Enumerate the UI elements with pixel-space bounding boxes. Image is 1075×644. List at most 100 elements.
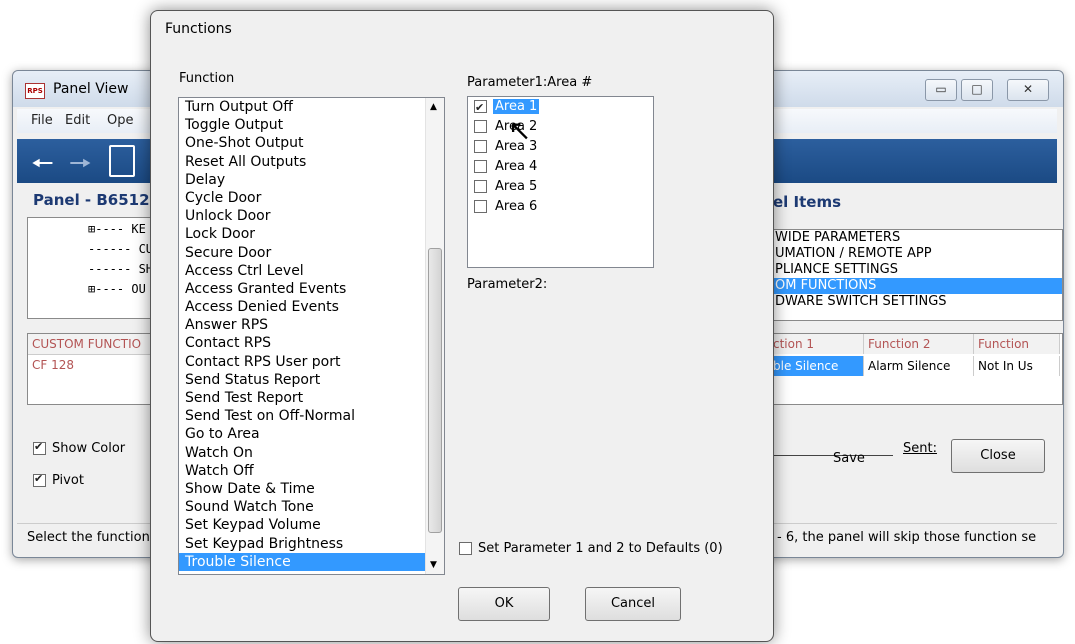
functions-grid: ction 1 Function 2 Function ble Silence … [768,333,1063,405]
forward-arrow-icon[interactable]: 🠖 [69,145,92,189]
area-checklist[interactable]: Area 1 Area 2Area 3 Area 4 Area 5 Area 6 [467,96,654,268]
function-item[interactable]: Send Status Report [179,371,444,389]
maximize-icon[interactable]: □ [961,79,993,101]
defaults-label: Set Parameter 1 and 2 to Defaults (0) [478,541,723,556]
cancel-button[interactable]: Cancel [585,587,681,621]
function-item[interactable]: Contact RPS [179,334,444,352]
menu-edit[interactable]: Edit [65,113,90,128]
list-item[interactable]: PLIANCE SETTINGS [769,262,1062,278]
area-item[interactable]: Area 5 [468,177,653,197]
sent-label: Sent: [903,441,937,456]
scroll-thumb[interactable] [428,248,442,533]
panel-tree[interactable]: ⊞---- KE ------ CU ------ SH ⊞---- OU [27,217,161,319]
ok-button[interactable]: OK [458,587,550,621]
area-item[interactable]: Area 1 [468,97,653,118]
dialog-title: Functions [165,21,232,37]
pivot-label: Pivot [52,473,84,488]
checkbox-icon[interactable] [33,440,46,455]
area-item[interactable]: Area 2 [468,117,653,137]
panel-items-title: el Items [773,193,842,211]
show-color-label: Show Color [52,441,126,456]
function-item[interactable]: Set Keypad Volume [179,516,444,534]
function-scrollbar[interactable]: ▲ ▼ [425,98,444,574]
window-title: Panel View [53,81,129,97]
area-checkbox[interactable] [474,120,487,133]
checkbox-icon[interactable] [459,542,472,555]
area-label: Area 5 [495,179,538,194]
menu-open[interactable]: Ope [107,113,133,128]
table-row[interactable]: CF 128 [28,355,160,375]
back-arrow-icon[interactable]: 🠔 [31,145,54,189]
area-label: Area 1 [493,99,540,114]
function-item[interactable]: Secure Door [179,244,444,262]
function-item[interactable]: Unlock Door [179,207,444,225]
grid-header: CUSTOM FUNCTIO [28,334,160,355]
tree-node[interactable]: ------ SH [88,262,153,276]
tree-node[interactable]: ⊞---- OU [88,282,146,296]
function-item[interactable]: Cycle Door [179,189,444,207]
function-item[interactable]: Access Granted Events [179,280,444,298]
grid-header: ction 1 [769,334,864,354]
minimize-icon[interactable]: ▭ [925,79,957,101]
tree-node[interactable]: ------ CU [88,242,153,256]
area-item[interactable]: Area 6 [468,197,653,217]
panel-items-list[interactable]: WIDE PARAMETERS UMATION / REMOTE APP PLI… [768,229,1063,321]
save-button[interactable]: Save [833,451,865,466]
parameter2-label: Parameter2: [467,277,548,292]
show-color-checkbox[interactable]: Show Color [33,440,126,456]
list-item[interactable]: DWARE SWITCH SETTINGS [769,294,1062,310]
function-item[interactable]: Lock Door [179,225,444,243]
function-items: Turn Output Off Toggle Output One-Shot Out… [179,98,444,571]
grid-header: Function [974,334,1060,354]
function-item[interactable]: Access Ctrl Level [179,262,444,280]
area-label: Area 4 [495,159,538,174]
close-icon[interactable]: ✕ [1007,79,1049,101]
function-list[interactable]: Turn Output Off Toggle Output One-Shot Out… [178,97,445,575]
function-item[interactable]: Watch Off [179,462,444,480]
function-item[interactable]: Set Keypad Brightness [179,535,444,553]
pivot-checkbox[interactable]: Pivot [33,472,84,488]
area-checkbox[interactable] [474,98,487,118]
function-item[interactable]: Contact RPS User port [179,353,444,371]
function-item-selected[interactable]: Trouble Silence [179,552,444,571]
function-item[interactable]: Delay [179,171,444,189]
preview-icon[interactable] [109,145,135,177]
function-item[interactable]: Sound Watch Tone [179,498,444,516]
list-item-selected[interactable]: OM FUNCTIONS [769,278,1062,294]
function-item[interactable]: Send Test on Off-Normal [179,407,444,425]
area-label: Area 6 [495,199,538,214]
mouse-cursor-icon: ↖ [508,114,532,147]
area-checkbox[interactable] [474,160,487,173]
grid-cell-selected[interactable]: ble Silence [769,356,864,376]
function-item[interactable]: One-Shot Output [179,134,444,152]
area-checkbox[interactable] [474,200,487,213]
function-item[interactable]: Turn Output Off [179,98,444,116]
menu-file[interactable]: File [31,113,53,128]
function-item[interactable]: Show Date & Time [179,480,444,498]
function-item[interactable]: Answer RPS [179,316,444,334]
list-item[interactable]: UMATION / REMOTE APP [769,246,1062,262]
checkbox-icon[interactable] [33,472,46,487]
grid-cell[interactable]: Alarm Silence [864,356,974,376]
list-item[interactable]: WIDE PARAMETERS [769,230,1062,246]
tree-node[interactable]: ⊞---- KE [88,222,146,236]
scroll-up-icon[interactable]: ▲ [430,102,437,112]
area-item[interactable]: Area 4 [468,157,653,177]
area-checkbox[interactable] [474,180,487,193]
scroll-down-icon[interactable]: ▼ [430,560,437,570]
custom-functions-grid: CUSTOM FUNCTIO CF 128 [27,333,161,405]
function-item[interactable]: Reset All Outputs [179,153,444,171]
rps-app-icon: RPS [25,83,45,99]
function-item[interactable]: Access Denied Events [179,298,444,316]
close-button[interactable]: Close [951,439,1045,473]
grid-cell[interactable]: Not In Us [974,356,1060,376]
function-item[interactable]: Go to Area [179,425,444,443]
area-items: Area 1 Area 2Area 3 Area 4 Area 5 Area 6 [468,97,653,217]
defaults-checkbox[interactable]: Set Parameter 1 and 2 to Defaults (0) [459,541,723,556]
area-checkbox[interactable] [474,140,487,153]
function-item[interactable]: Send Test Report [179,389,444,407]
functions-dialog: Functions Function Turn Output Off Toggle… [150,10,774,642]
function-item[interactable]: Toggle Output [179,116,444,134]
area-item[interactable]: Area 3 [468,137,653,157]
function-item[interactable]: Watch On [179,444,444,462]
